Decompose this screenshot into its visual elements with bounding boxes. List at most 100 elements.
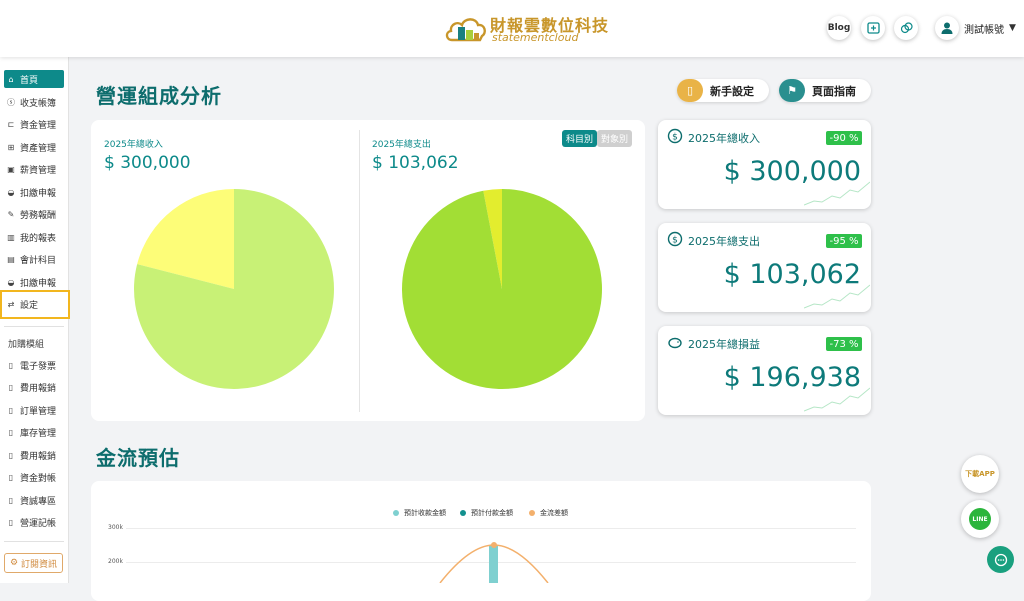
summary-label: 2025年總支出 [688, 235, 760, 248]
sidebar-item-label: 資金管理 [20, 120, 57, 131]
sidebar-item-fund-reconciliation[interactable]: ▯ 資金對帳 [4, 468, 64, 486]
sidebar-item-home[interactable]: ⌂ 首頁 [4, 70, 64, 88]
legend-dot [460, 510, 466, 516]
sidebar-item-my-reports[interactable]: ▥ 我的報表 [4, 228, 64, 246]
sidebar-item-pwc-zone[interactable]: ▯ 資誠專區 [4, 491, 64, 509]
pie-slice[interactable] [402, 189, 602, 389]
sidebar-item-ledger-book[interactable]: ⓢ 收支帳簿 [4, 93, 64, 111]
fund-icon: ⊏ [7, 119, 15, 129]
legend-dot [529, 510, 535, 516]
sidebar-item-settings[interactable]: ⇄ 設定 [0, 290, 70, 319]
sidebar-divider [4, 326, 64, 327]
difference-point[interactable] [491, 542, 497, 548]
sidebar-item-bookkeeping[interactable]: ▯ 營運記帳 [4, 513, 64, 531]
grid-line [126, 528, 856, 529]
calculator-button[interactable] [861, 16, 885, 40]
toggle-by-object[interactable]: 對象別 [597, 130, 633, 147]
document-icon: ▯ [8, 517, 14, 527]
document-icon: ▯ [8, 382, 14, 392]
sidebar-item-label: 設定 [20, 301, 39, 311]
sidebar-item-label: 電子發票 [20, 361, 57, 372]
sidebar-item-labor-remuneration[interactable]: ✎ 勞務報酬 [4, 205, 64, 223]
sidebar-item-label: 會計科目 [20, 255, 57, 266]
chat-button[interactable] [987, 546, 1014, 573]
addon-section-title: 加購模組 [8, 340, 45, 350]
summary-card-income: $ 2025年總收入 -90 % $ 300,000 [658, 120, 871, 209]
summary-label: 2025年總損益 [688, 338, 760, 351]
document-icon: ▯ [8, 495, 14, 505]
chat-bubbles-icon [900, 22, 913, 34]
sidebar-item-asset-management[interactable]: ⊞ 資產管理 [4, 138, 64, 156]
expense-icon: $ [667, 231, 683, 247]
logo-subtitle: statementcloud [492, 31, 579, 44]
income-pie-chart [134, 189, 334, 389]
legend-label: 預計付款金額 [471, 509, 513, 517]
sidebar-item-label: 首頁 [20, 75, 39, 86]
new-settings-button[interactable]: ▯ 新手設定 [677, 79, 769, 102]
sidebar-item-label: 收支帳簿 [20, 98, 57, 109]
legend-item-payable[interactable]: 預計付款金額 [460, 508, 513, 518]
new-settings-label: 新手設定 [710, 84, 754, 98]
home-icon: ⌂ [8, 74, 14, 84]
guide-book-icon: ▯ [677, 79, 703, 102]
download-app-button[interactable]: 下載APP [961, 455, 999, 493]
sidebar-item-label: 我的報表 [20, 233, 57, 244]
cashflow-title: 金流預估 [96, 446, 180, 470]
cashflow-line-chart [439, 542, 549, 583]
income-label: 2025年總收入 [104, 140, 163, 150]
sidebar-item-fund-management[interactable]: ⊏ 資金管理 [4, 115, 64, 133]
support-button[interactable] [894, 16, 918, 40]
subscription-button[interactable]: ⚙ 訂閱資訊 [4, 553, 63, 573]
piggy-bank-icon [668, 337, 682, 349]
settings-icon: ⇄ [7, 300, 15, 309]
expense-pie-chart [402, 189, 602, 389]
legend-label: 預計收款金額 [404, 509, 446, 517]
page-guide-button[interactable]: ⚑ 頁面指南 [779, 79, 871, 102]
sidebar-item-accounting-subjects[interactable]: ▤ 會計科目 [4, 250, 64, 268]
sidebar-item-label: 費用報銷 [20, 451, 57, 462]
legend-item-difference[interactable]: 金流差額 [529, 508, 568, 518]
y-tick-label: 200k [108, 558, 123, 565]
brand-logo[interactable]: 財報雲數位科技 statementcloud [444, 11, 608, 45]
sidebar-item-inventory[interactable]: ▯ 庫存管理 [4, 423, 64, 441]
legend-item-receivable[interactable]: 預計收款金額 [393, 508, 446, 518]
sidebar-item-label: 費用報銷 [20, 383, 57, 394]
toggle-by-subject[interactable]: 科目別 [562, 130, 598, 147]
coin-icon: ⓢ [7, 97, 15, 107]
document-icon: ▯ [8, 472, 14, 482]
income-value: $ 300,000 [104, 153, 191, 173]
avatar [935, 16, 959, 40]
salary-icon: ▣ [7, 164, 15, 174]
sidebar-item-e-invoice[interactable]: ▯ 電子發票 [4, 356, 64, 374]
sidebar-item-expense-reimbursement[interactable]: ▯ 費用報銷 [4, 378, 64, 396]
sidebar-item-label: 薪資管理 [20, 165, 57, 176]
sidebar-item-label: 勞務報酬 [20, 210, 57, 221]
sidebar-item-label: 資金對帳 [20, 473, 57, 484]
report-icon: ▥ [7, 232, 15, 242]
sparkline-icon [804, 387, 870, 412]
user-menu[interactable]: 測試帳號 ▼ [935, 16, 1016, 40]
summary-label: 2025年總收入 [688, 132, 760, 145]
labor-icon: ✎ [7, 209, 15, 219]
income-icon: $ [667, 128, 683, 144]
change-badge: -95 % [826, 234, 862, 248]
sidebar-item-label: 扣繳申報 [20, 188, 57, 199]
line-button[interactable]: LINE [961, 500, 999, 538]
blog-button[interactable]: Blog [827, 16, 851, 40]
sidebar-item-salary[interactable]: ▣ 薪資管理 [4, 160, 64, 178]
sidebar-item-expense-reimbursement-2[interactable]: ▯ 費用報銷 [4, 446, 64, 464]
sidebar-item-withholding-2[interactable]: ◒ 扣繳申報 [4, 273, 64, 291]
subscription-label: 訂閱資訊 [21, 559, 58, 570]
expense-label: 2025年總支出 [372, 140, 431, 150]
legend-label: 金流差額 [540, 509, 568, 517]
y-tick-label: 300k [108, 524, 123, 531]
gear-icon: ⚙ [9, 558, 19, 568]
svg-text:$: $ [672, 236, 678, 246]
summary-card-expense: $ 2025年總支出 -95 % $ 103,062 [658, 223, 871, 312]
sidebar-item-order-management[interactable]: ▯ 訂單管理 [4, 401, 64, 419]
sparkline-icon [804, 284, 870, 309]
sidebar-item-withholding[interactable]: ◒ 扣繳申報 [4, 183, 64, 201]
sidebar-item-label: 扣繳申報 [20, 278, 57, 289]
svg-text:$: $ [672, 133, 678, 143]
line-icon: LINE [969, 508, 991, 530]
